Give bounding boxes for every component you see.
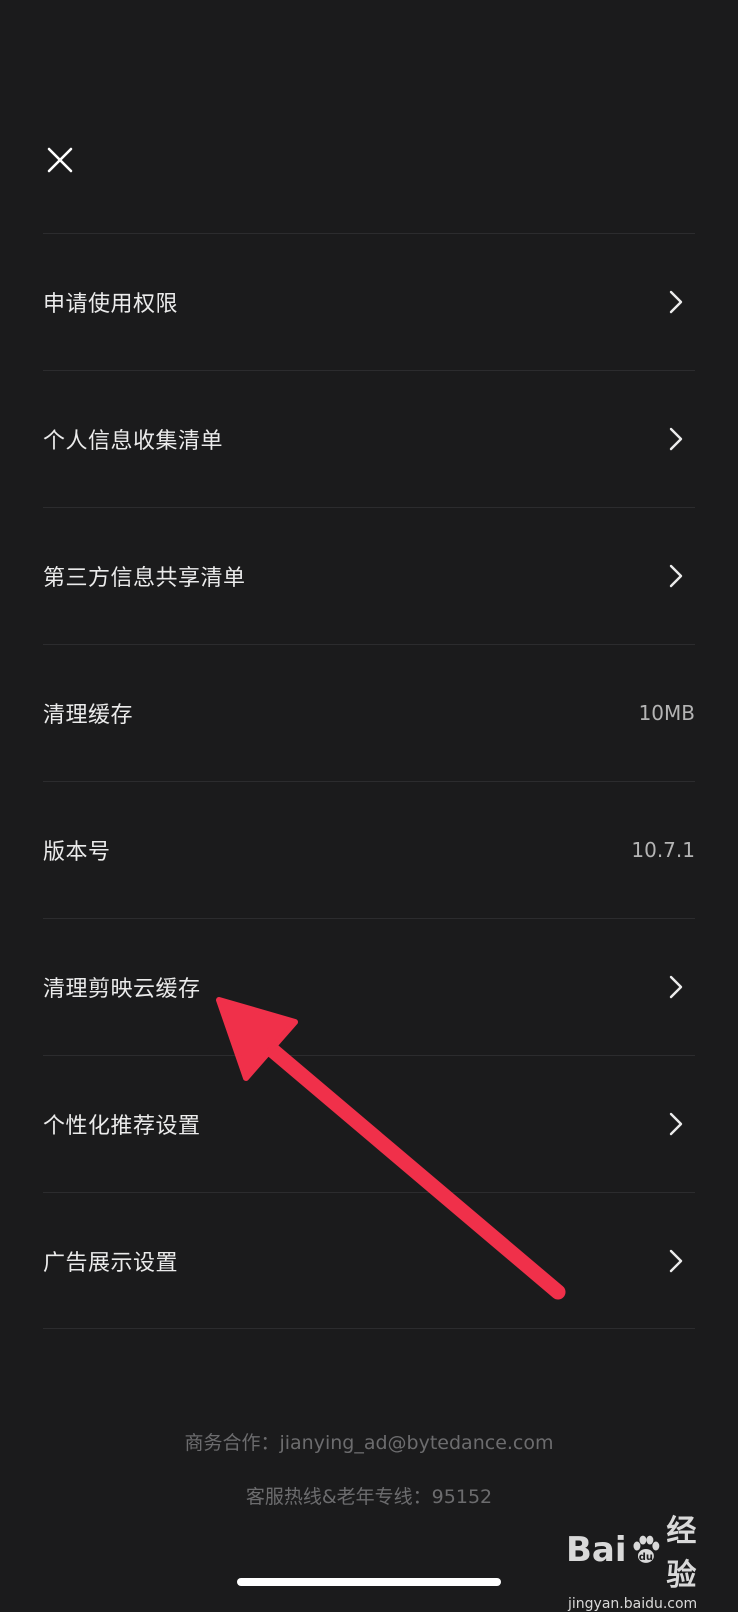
chevron-right-icon <box>659 972 683 1002</box>
menu-item-third-party-sharing-list[interactable]: 第三方信息共享清单 <box>43 507 695 644</box>
version-value: 10.7.1 <box>631 838 695 862</box>
menu-item-request-permissions[interactable]: 申请使用权限 <box>43 233 695 370</box>
menu-item-label: 个人信息收集清单 <box>43 429 224 454</box>
watermark-url: jingyan.baidu.com <box>568 1596 698 1612</box>
menu-item-label: 广告展示设置 <box>43 1250 179 1276</box>
menu-item-label: 版本号 <box>43 840 111 865</box>
chevron-right-icon <box>659 561 683 591</box>
chevron-right-icon <box>659 424 683 454</box>
svg-text:du: du <box>638 1552 652 1563</box>
home-indicator[interactable] <box>237 1578 501 1586</box>
menu-item-ad-display-settings[interactable]: 广告展示设置 <box>43 1192 695 1329</box>
business-contact-text: 商务合作：jianying_ad@bytedance.com <box>184 1432 554 1454</box>
menu-item-label: 申请使用权限 <box>43 292 179 317</box>
menu-item-label: 个性化推荐设置 <box>43 1114 201 1139</box>
hotline-text: 客服热线&老年专线：95152 <box>245 1486 493 1508</box>
watermark-suffix: 经验 <box>666 1514 697 1593</box>
menu-item-personal-info-list[interactable]: 个人信息收集清单 <box>43 370 695 507</box>
menu-item-clear-cloud-cache[interactable]: 清理剪映云缓存 <box>43 918 695 1055</box>
menu-item-label: 清理缓存 <box>43 703 134 728</box>
chevron-right-icon <box>659 1246 683 1276</box>
close-icon <box>47 147 73 173</box>
paw-icon: du <box>632 1535 659 1563</box>
settings-menu-list: 申请使用权限 个人信息收集清单 第三方信息共享清单 清理缓存 10MB 版本号 … <box>43 233 695 1329</box>
watermark-brand: Bai <box>566 1530 627 1570</box>
chevron-right-icon <box>659 1109 683 1139</box>
chevron-right-icon <box>659 287 683 317</box>
menu-item-personalized-recommendation[interactable]: 个性化推荐设置 <box>43 1055 695 1192</box>
cache-size-value: 10MB <box>638 701 695 725</box>
menu-item-label: 第三方信息共享清单 <box>43 566 246 591</box>
close-button[interactable] <box>34 134 86 186</box>
baidu-jingyan-watermark: Bai du 经验 jingyan.baidu.com <box>566 1506 726 1612</box>
menu-item-clear-cache[interactable]: 清理缓存 10MB <box>43 644 695 781</box>
menu-item-label: 清理剪映云缓存 <box>43 977 201 1002</box>
menu-item-version: 版本号 10.7.1 <box>43 781 695 918</box>
